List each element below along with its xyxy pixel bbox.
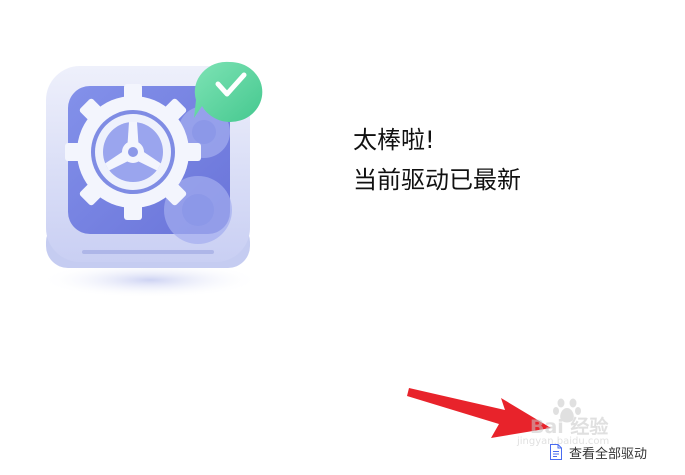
watermark-brand: Bai 经验: [530, 416, 609, 438]
status-title: 太棒啦!: [353, 126, 435, 154]
view-all-drivers-label: 查看全部驱动: [569, 446, 648, 462]
status-message: 太棒啦! 当前驱动已最新: [353, 120, 521, 200]
driver-status-page: 太棒啦! 当前驱动已最新 Bai 经验 jingyan.baidu.com 查看…: [0, 0, 685, 475]
view-all-drivers-link[interactable]: 查看全部驱动: [549, 442, 647, 462]
driver-gear-box-icon: [40, 61, 263, 298]
document-icon: [550, 444, 562, 460]
status-subtitle: 当前驱动已最新: [353, 166, 521, 194]
